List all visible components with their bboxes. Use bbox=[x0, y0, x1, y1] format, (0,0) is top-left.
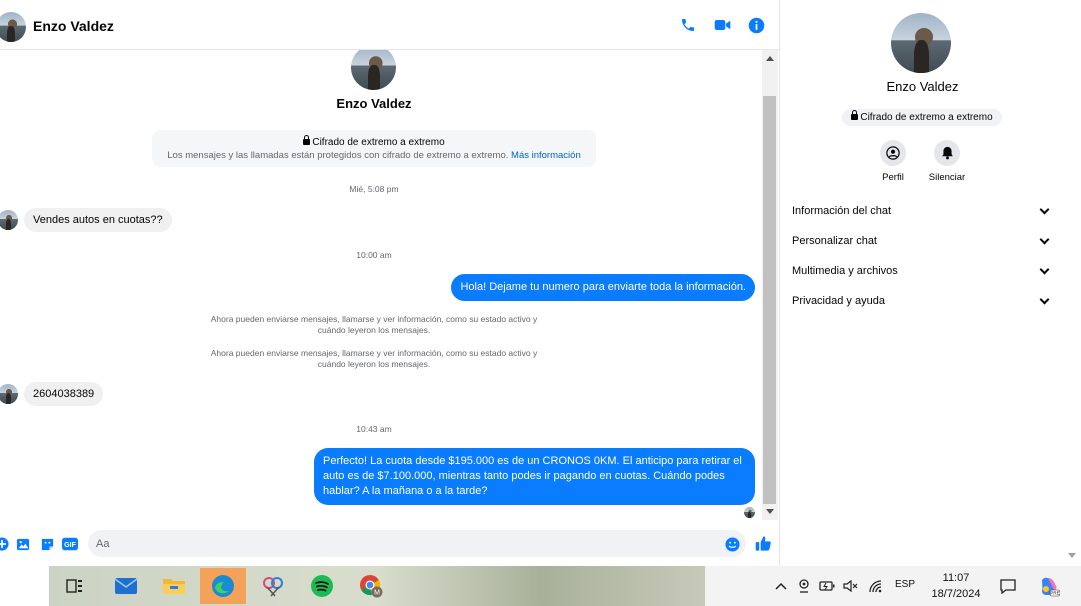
intro-avatar[interactable] bbox=[351, 50, 396, 90]
chevron-down-icon bbox=[1039, 264, 1050, 274]
scroll-down-arrow[interactable] bbox=[1068, 553, 1076, 558]
chevron-down-icon bbox=[1039, 234, 1050, 244]
clock-date: 18/7/2024 bbox=[931, 588, 981, 600]
contact-name[interactable]: Enzo Valdez bbox=[33, 18, 114, 34]
clock[interactable]: 11:07 18/7/2024 bbox=[930, 570, 982, 602]
clock-time: 11:07 bbox=[942, 572, 970, 584]
menu-chat-info[interactable]: Información del chat bbox=[792, 200, 1054, 222]
plus-icon[interactable] bbox=[0, 536, 10, 552]
menu-label: Privacidad y ayuda bbox=[792, 295, 885, 307]
svg-text:PRE: PRE bbox=[1050, 591, 1059, 596]
svg-text:GIF: GIF bbox=[64, 541, 77, 549]
chevron-down-icon bbox=[1039, 204, 1050, 214]
copilot-icon[interactable]: PRE bbox=[1038, 575, 1060, 597]
info-icon[interactable] bbox=[746, 15, 766, 35]
header-actions bbox=[678, 15, 766, 35]
profile-label: Perfil bbox=[882, 172, 904, 183]
chat-details-panel: Enzo Valdez Cifrado de extremo a extremo… bbox=[781, 0, 1064, 566]
chevron-up-icon[interactable] bbox=[773, 578, 789, 594]
system-notice: Ahora pueden enviarse mensajes, llamarse… bbox=[210, 314, 538, 335]
mute-label: Silenciar bbox=[928, 172, 966, 183]
panel-avatar[interactable] bbox=[891, 13, 951, 73]
thumbs-up-icon[interactable] bbox=[754, 534, 772, 552]
menu-label: Personalizar chat bbox=[792, 235, 877, 247]
notifications-icon[interactable] bbox=[1000, 578, 1016, 594]
volume-muted-icon[interactable] bbox=[843, 578, 859, 594]
menu-label: Información del chat bbox=[792, 205, 892, 217]
phone-icon[interactable] bbox=[678, 15, 698, 35]
intro-name: Enzo Valdez bbox=[336, 96, 412, 111]
bell-icon[interactable] bbox=[934, 140, 960, 166]
lock-icon bbox=[303, 135, 311, 145]
message-bubble[interactable]: 2604038389 bbox=[24, 382, 104, 406]
timestamp: 10:00 am bbox=[356, 250, 392, 260]
svg-text:M: M bbox=[374, 590, 380, 597]
sticker-icon[interactable] bbox=[39, 536, 55, 552]
taskbar-search[interactable] bbox=[0, 566, 50, 606]
spotify-icon[interactable] bbox=[299, 568, 345, 604]
sender-avatar[interactable] bbox=[0, 384, 18, 404]
panel-contact-name: Enzo Valdez bbox=[886, 79, 959, 94]
menu-customize-chat[interactable]: Personalizar chat bbox=[792, 230, 1054, 252]
webcam-icon[interactable] bbox=[796, 578, 812, 594]
e2e-text: Los mensajes y las llamadas están proteg… bbox=[167, 150, 509, 161]
battery-icon[interactable] bbox=[819, 578, 835, 594]
e2e-badge[interactable]: Cifrado de extremo a extremo bbox=[842, 109, 1002, 126]
profile-icon[interactable] bbox=[880, 140, 906, 166]
e2e-badge-label: Cifrado de extremo a extremo bbox=[860, 112, 993, 123]
menu-label: Multimedia y archivos bbox=[792, 265, 898, 277]
edge-browser-icon[interactable] bbox=[200, 568, 246, 604]
messenger-app: Enzo Valdez Enzo Valdez Cifrado de extre… bbox=[0, 0, 1081, 566]
e2e-notice: Cifrado de extremo a extremo Los mensaje… bbox=[152, 130, 596, 167]
message-list[interactable]: Enzo Valdez Cifrado de extremo a extremo… bbox=[0, 50, 762, 520]
message-bubble-outgoing[interactable]: Perfecto! La cuota desde $195.000 es de … bbox=[314, 448, 755, 505]
chat-column: Enzo Valdez Enzo Valdez Cifrado de extre… bbox=[0, 0, 780, 566]
timestamp: Mié, 5:08 pm bbox=[349, 184, 399, 194]
scroll-thumb[interactable] bbox=[763, 96, 776, 504]
message-bubble[interactable]: Vendes autos en cuotas?? bbox=[24, 208, 172, 232]
scroll-down-arrow[interactable] bbox=[766, 509, 774, 514]
profile-action[interactable]: Perfil bbox=[863, 140, 923, 183]
mail-app-icon[interactable] bbox=[103, 568, 149, 604]
menu-privacy-help[interactable]: Privacidad y ayuda bbox=[792, 290, 1054, 312]
system-notice: Ahora pueden enviarse mensajes, llamarse… bbox=[210, 348, 538, 369]
chevron-down-icon bbox=[1039, 294, 1050, 304]
gif-icon[interactable]: GIF bbox=[62, 536, 78, 552]
file-explorer-icon[interactable] bbox=[151, 568, 197, 604]
lock-icon bbox=[851, 110, 859, 120]
emoji-icon[interactable] bbox=[724, 536, 740, 552]
message-row-incoming: Vendes autos en cuotas?? bbox=[0, 208, 172, 232]
page-scrollbar[interactable] bbox=[1064, 0, 1081, 566]
photo-icon[interactable] bbox=[15, 536, 31, 552]
message-bubble-outgoing[interactable]: Hola! Dejame tu numero para enviarte tod… bbox=[451, 274, 755, 301]
contact-avatar[interactable] bbox=[0, 12, 26, 42]
task-view-icon[interactable] bbox=[52, 568, 98, 604]
sender-avatar[interactable] bbox=[0, 210, 18, 230]
wifi-icon[interactable] bbox=[869, 578, 885, 594]
seen-indicator-avatar bbox=[744, 507, 755, 518]
chat-header: Enzo Valdez bbox=[0, 0, 780, 50]
menu-media-files[interactable]: Multimedia y archivos bbox=[792, 260, 1054, 282]
scroll-up-arrow[interactable] bbox=[766, 56, 774, 61]
snipping-tool-icon[interactable] bbox=[250, 568, 296, 604]
mute-action[interactable]: Silenciar bbox=[917, 140, 977, 183]
system-tray: ESP 11:07 18/7/2024 PRE bbox=[705, 566, 1081, 606]
e2e-title: Cifrado de extremo a extremo bbox=[312, 137, 445, 148]
timestamp: 10:43 am bbox=[356, 424, 392, 434]
more-info-link[interactable]: Más información bbox=[511, 150, 581, 161]
windows-taskbar: M ESP 11:07 18/7/2024 PRE bbox=[0, 566, 1081, 606]
keyboard-language[interactable]: ESP bbox=[895, 579, 915, 590]
video-call-icon[interactable] bbox=[712, 15, 732, 35]
message-input[interactable] bbox=[88, 530, 746, 557]
message-scrollbar[interactable] bbox=[762, 50, 778, 520]
composer: GIF bbox=[0, 526, 780, 562]
message-row-incoming: 2604038389 bbox=[0, 382, 104, 406]
chrome-icon[interactable]: M bbox=[348, 568, 394, 604]
